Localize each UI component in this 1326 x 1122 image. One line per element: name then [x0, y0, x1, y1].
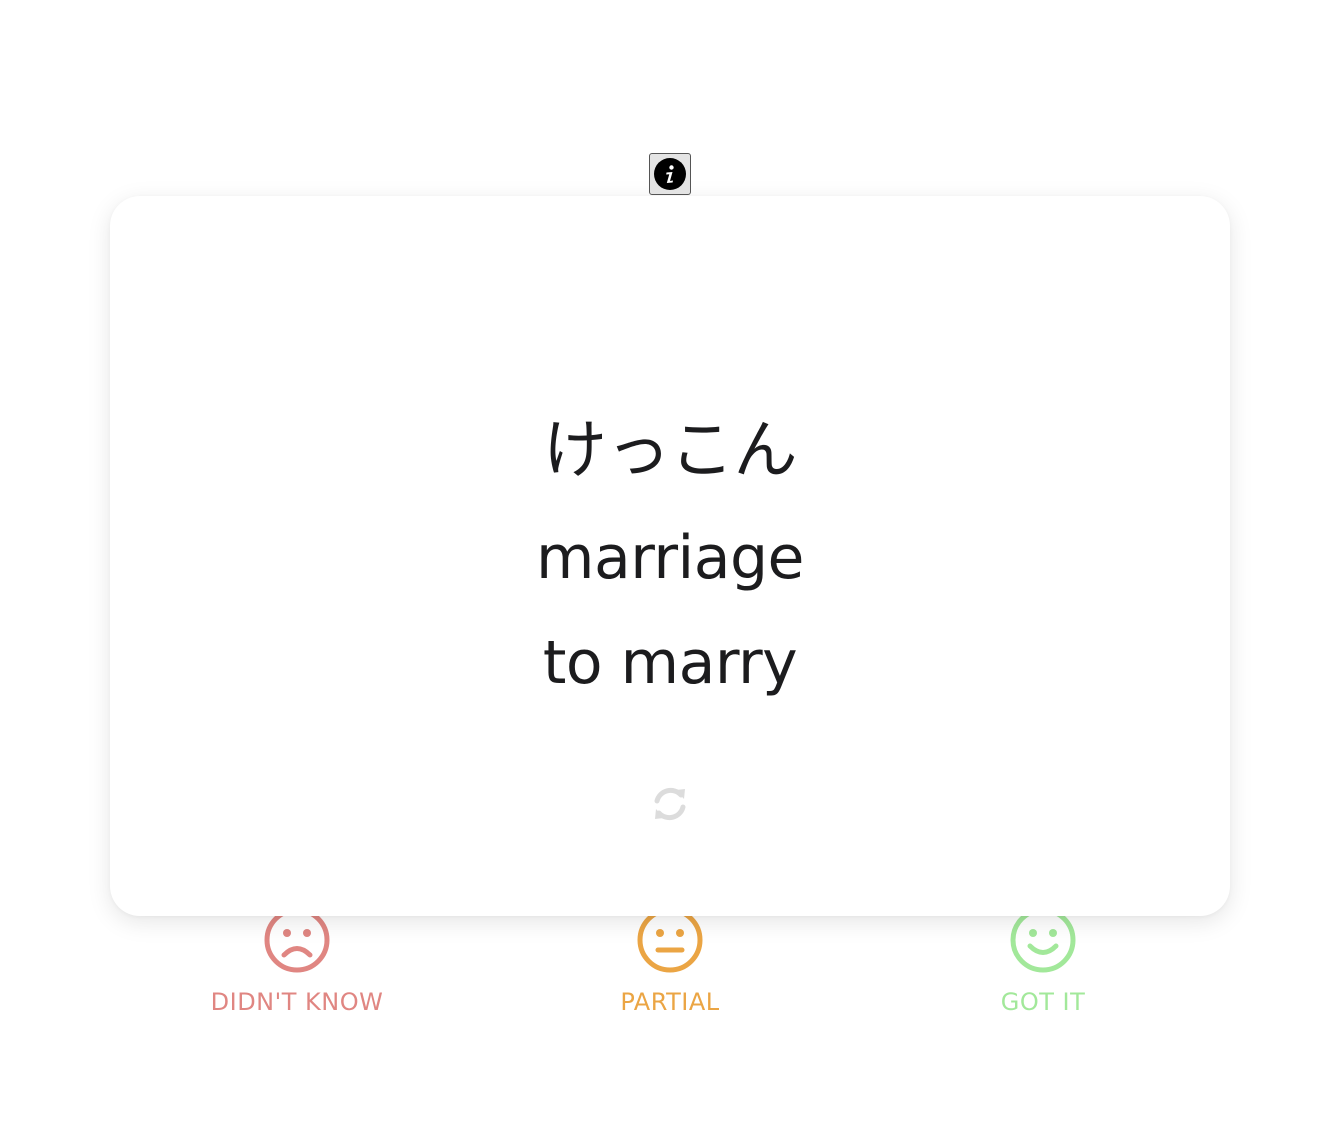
partial-button[interactable]: PARTIAL: [540, 906, 800, 1016]
didnt-know-label: DIDN'T KNOW: [210, 988, 384, 1016]
info-button[interactable]: [649, 153, 691, 195]
sad-face-icon: [264, 907, 330, 973]
neutral-face-icon: [637, 907, 703, 973]
got-it-button[interactable]: GOT IT: [913, 906, 1173, 1016]
got-it-label: GOT IT: [1000, 988, 1086, 1016]
card-reading: けっこん: [543, 414, 798, 488]
card-meaning: to marry: [542, 628, 798, 698]
partial-label: PARTIAL: [620, 988, 720, 1016]
flashcard-page: けっこん marriage to marry DIDN'T KNOW PARTI…: [0, 0, 1326, 1122]
happy-face-icon: [1010, 907, 1076, 973]
flip-card-icon[interactable]: [650, 784, 690, 824]
info-icon: [654, 158, 686, 190]
didnt-know-button[interactable]: DIDN'T KNOW: [167, 906, 427, 1016]
card-meaning: marriage: [536, 523, 804, 593]
flashcard[interactable]: けっこん marriage to marry: [110, 196, 1230, 916]
